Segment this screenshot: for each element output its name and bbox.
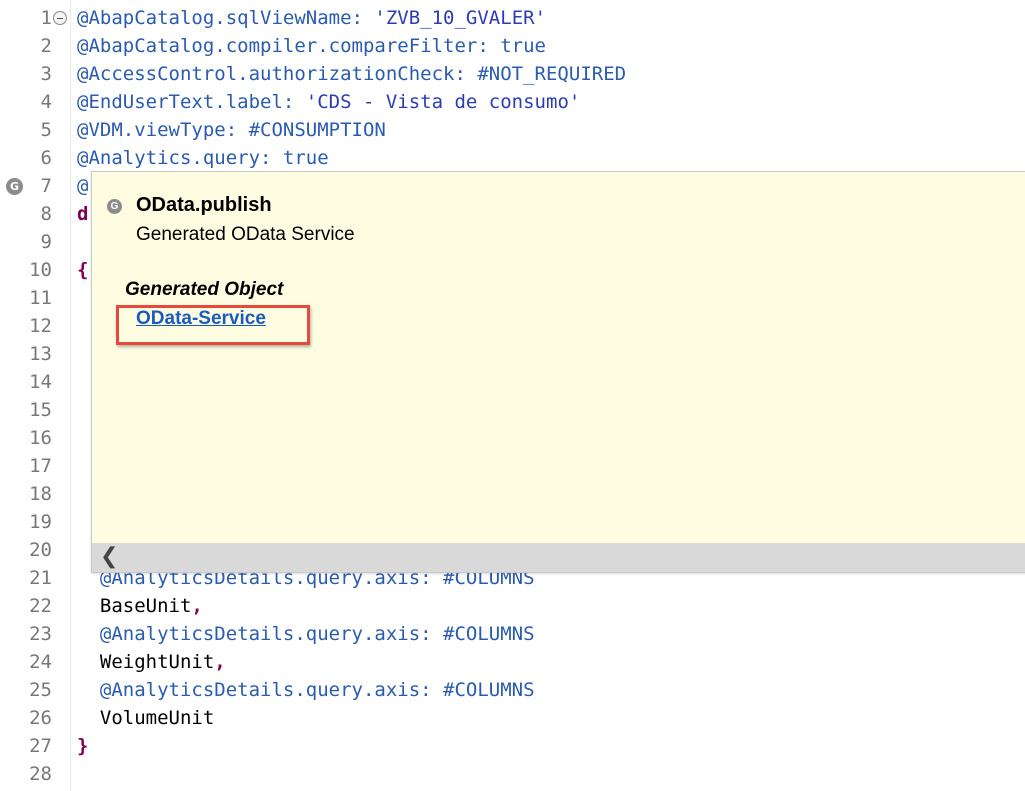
horizontal-scrollbar[interactable]: ❮ — [92, 543, 1025, 572]
code-line[interactable]: 1 @AbapCatalog.sqlViewName: 'ZVB_10_GVALE… — [0, 4, 1025, 32]
code-text: @AnalyticsDetails.query.axis: #COLUMNS — [77, 676, 535, 704]
code-line[interactable]: 22 BaseUnit, — [0, 592, 1025, 620]
code-text: @AccessControl.authorizationCheck: #NOT_… — [77, 60, 626, 88]
code-token: WeightUnit — [77, 651, 215, 673]
code-line[interactable]: 4 @EndUserText.label: 'CDS - Vista de con… — [0, 88, 1025, 116]
line-number: 2 — [40, 35, 52, 57]
line-number: 5 — [40, 119, 52, 141]
code-token: @AnalyticsDetails.query.axis: #COLUMNS — [77, 679, 535, 701]
code-text: @AbapCatalog.compiler.compareFilter: tru… — [77, 32, 546, 60]
code-token: @AnalyticsDetails.query.axis: #COLUMNS — [77, 623, 535, 645]
code-line[interactable]: 2 @AbapCatalog.compiler.compareFilter: tr… — [0, 32, 1025, 60]
line-number: 4 — [40, 91, 52, 113]
line-number: 18 — [29, 483, 52, 505]
code-token: d — [77, 203, 89, 225]
code-line[interactable]: 3 @AccessControl.authorizationCheck: #NOT… — [0, 60, 1025, 88]
code-token: @AccessControl.authorizationCheck: #NOT_… — [77, 63, 627, 85]
line-number: 11 — [29, 287, 52, 309]
code-text: WeightUnit, — [77, 648, 226, 676]
line-number: 14 — [29, 371, 52, 393]
hover-info-popup: G OData.publish Generated OData Service … — [91, 171, 1025, 573]
line-number: 17 — [29, 455, 52, 477]
line-number: 16 — [29, 427, 52, 449]
collapse-icon[interactable] — [53, 11, 67, 25]
scroll-left-icon[interactable]: ❮ — [100, 545, 124, 569]
code-token: , — [214, 651, 226, 673]
code-token: 'CDS - Vista de consumo' — [305, 91, 581, 113]
code-token: @ — [77, 175, 89, 197]
code-token: BaseUnit — [77, 595, 192, 617]
code-text: } — [77, 732, 88, 760]
code-line[interactable]: 5 @VDM.viewType: #CONSUMPTION — [0, 116, 1025, 144]
code-token: @AbapCatalog.sqlViewName: — [77, 7, 375, 29]
code-token: @AbapCatalog.compiler.compareFilter: tru… — [77, 35, 546, 57]
popup-title: OData.publish — [136, 194, 272, 216]
line-number: 3 — [40, 63, 52, 85]
line-number: 20 — [29, 539, 52, 561]
code-text: d — [77, 200, 88, 228]
code-line[interactable]: 23 @AnalyticsDetails.query.axis: #COLUMN… — [0, 620, 1025, 648]
code-token: { — [77, 259, 89, 281]
line-number: 28 — [29, 763, 52, 785]
line-number: 6 — [40, 147, 52, 169]
code-text: VolumeUnit — [77, 704, 214, 732]
code-token: } — [77, 735, 89, 757]
line-number: 27 — [29, 735, 52, 757]
line-number: 25 — [29, 679, 52, 701]
code-token: VolumeUnit — [77, 707, 215, 729]
line-number: 24 — [29, 651, 52, 673]
line-number: 10 — [29, 259, 52, 281]
line-number: 8 — [40, 203, 52, 225]
code-text: BaseUnit, — [77, 592, 203, 620]
code-line[interactable]: 25 @AnalyticsDetails.query.axis: #COLUMN… — [0, 676, 1025, 704]
code-token: @Analytics.query: true — [77, 147, 329, 169]
popup-subtitle: Generated OData Service — [136, 224, 355, 245]
code-text: { — [77, 256, 88, 284]
line-number: 15 — [29, 399, 52, 421]
code-text: @Analytics.query: true — [77, 144, 329, 172]
line-number: 19 — [29, 511, 52, 533]
line-number: 26 — [29, 707, 52, 729]
code-text: @AbapCatalog.sqlViewName: 'ZVB_10_GVALER… — [77, 4, 546, 32]
code-line[interactable]: 6 @Analytics.query: true — [0, 144, 1025, 172]
code-line[interactable]: 26 VolumeUnit — [0, 704, 1025, 732]
code-text: @AnalyticsDetails.query.axis: #COLUMNS — [77, 620, 535, 648]
code-line[interactable]: 28 — [0, 760, 1025, 788]
odata-service-link[interactable]: OData-Service — [136, 308, 266, 330]
line-number: 9 — [40, 231, 52, 253]
code-text: @ — [77, 172, 88, 200]
line-number: 1 — [40, 7, 52, 29]
code-token: @VDM.viewType: #CONSUMPTION — [77, 119, 386, 141]
generated-marker-icon[interactable]: G — [6, 178, 23, 195]
code-line[interactable]: 27} — [0, 732, 1025, 760]
line-number: 13 — [29, 343, 52, 365]
code-text: @EndUserText.label: 'CDS - Vista de cons… — [77, 88, 580, 116]
code-token: @EndUserText.label: — [77, 91, 306, 113]
generated-object-label: Generated Object — [125, 279, 284, 300]
code-token: , — [191, 595, 203, 617]
code-text: @VDM.viewType: #CONSUMPTION — [77, 116, 386, 144]
line-number: 22 — [29, 595, 52, 617]
line-number: 23 — [29, 623, 52, 645]
code-token: 'ZVB_10_GVALER' — [374, 7, 547, 29]
line-number: 21 — [29, 567, 52, 589]
line-number: 12 — [29, 315, 52, 337]
generated-marker-icon: G — [107, 199, 122, 214]
code-line[interactable]: 24 WeightUnit, — [0, 648, 1025, 676]
